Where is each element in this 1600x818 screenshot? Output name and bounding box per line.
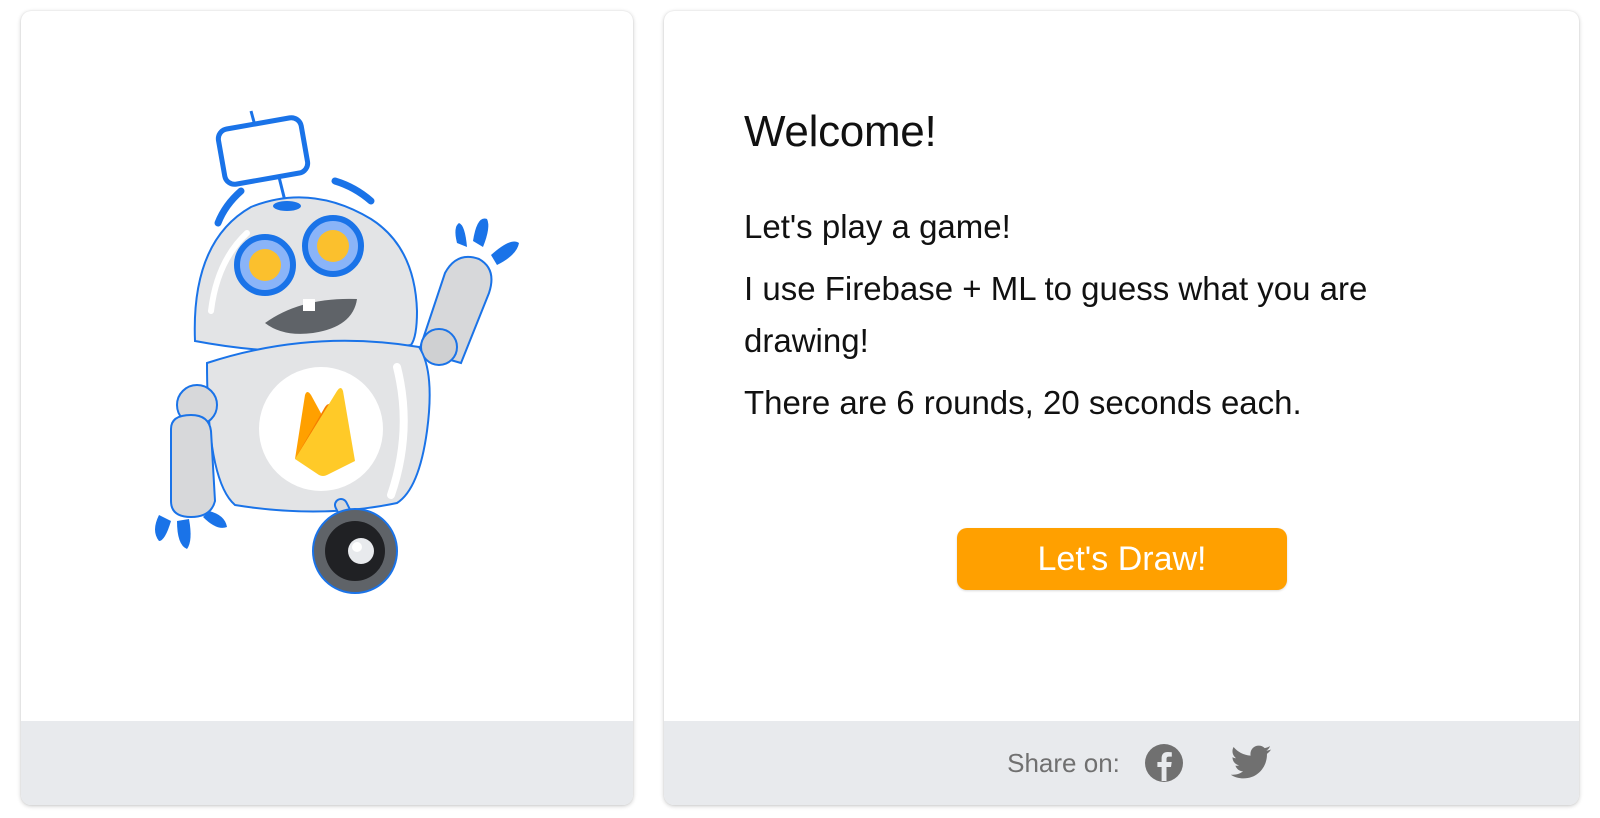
twitter-icon[interactable] <box>1228 741 1272 785</box>
share-footer: Share on: <box>664 721 1579 805</box>
share-label: Share on: <box>1007 747 1120 778</box>
intro-text: Let's play a game! I use Firebase + ML t… <box>744 201 1484 439</box>
intro-line-3: There are 6 rounds, 20 seconds each. <box>744 384 1302 421</box>
intro-line-2: I use Firebase + ML to guess what you ar… <box>744 270 1368 359</box>
lets-draw-button[interactable]: Let's Draw! <box>957 528 1287 590</box>
welcome-card: Welcome! Let's play a game! I use Fireba… <box>664 11 1579 805</box>
illustration-card-footer <box>21 721 633 805</box>
page-title: Welcome! <box>744 107 937 156</box>
illustration-card <box>21 11 633 805</box>
share-row: Share on: <box>664 721 1579 805</box>
facebook-icon[interactable] <box>1142 741 1186 785</box>
intro-line-1: Let's play a game! <box>744 208 1011 245</box>
robot-mascot-icon <box>155 110 519 594</box>
